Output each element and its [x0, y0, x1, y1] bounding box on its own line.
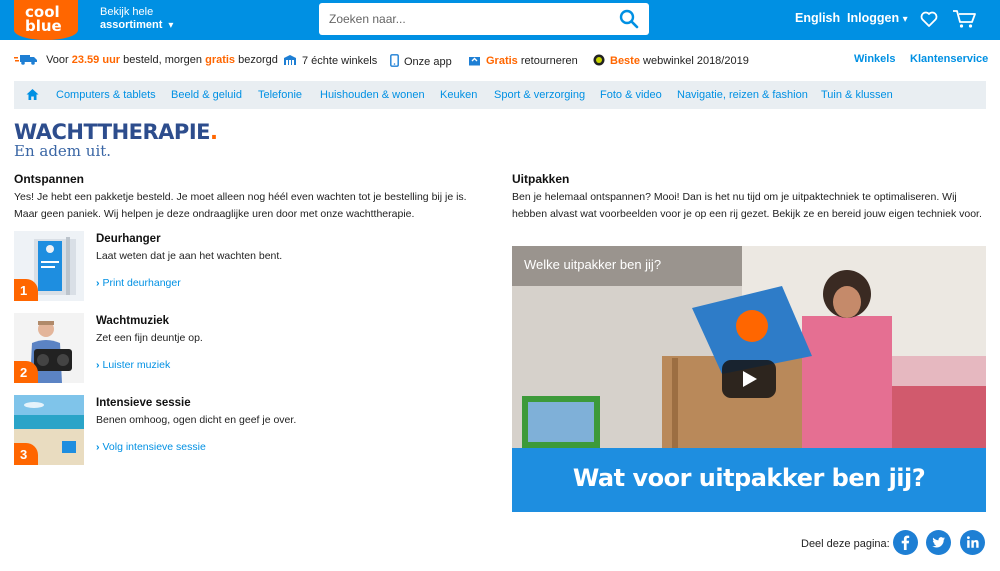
- usp-bar: Voor 23.59 uur besteld, morgen gratis be…: [0, 40, 1000, 80]
- usp-delivery-post: bezorgd: [238, 54, 278, 66]
- assortment-menu-button[interactable]: Bekijk hele assortiment ▾: [100, 6, 173, 32]
- facebook-share-button[interactable]: [893, 530, 918, 555]
- step-badge: 2: [14, 361, 38, 383]
- store-icon: [284, 55, 296, 65]
- luister-muziek-label: Luister muziek: [102, 359, 171, 371]
- item-desc-intensieve-sessie: Benen omhoog, ogen dicht en geef je over…: [96, 414, 297, 426]
- usp-delivery-time: 23.59 uur: [71, 54, 121, 66]
- usp-app-label: Onze app: [404, 56, 452, 68]
- home-icon[interactable]: [26, 88, 39, 101]
- section-heading-ontspannen: Ontspannen: [14, 172, 85, 186]
- play-button[interactable]: [722, 360, 776, 398]
- section-intro-uitpakken: Ben je helemaal ontspannen? Mooi! Dan is…: [512, 191, 982, 220]
- print-deurhanger-label: Print deurhanger: [102, 277, 181, 289]
- search-input[interactable]: [319, 3, 609, 35]
- customer-service-link[interactable]: Klantenservice: [910, 53, 988, 65]
- chevron-down-icon: ▾: [902, 14, 908, 25]
- stores-link[interactable]: Winkels: [854, 53, 895, 65]
- twitter-share-button[interactable]: [926, 530, 951, 555]
- volg-intensieve-sessie-label: Volg intensieve sessie: [102, 441, 206, 453]
- linkedin-icon: [967, 536, 979, 548]
- usp-best-highlight: Beste: [610, 55, 640, 67]
- usp-delivery: Voor 23.59 uur besteld, morgen gratis be…: [14, 54, 278, 66]
- top-bar: cool blue Bekijk hele assortiment ▾ Engl…: [0, 0, 1000, 40]
- login-button[interactable]: Inloggen ▾: [847, 11, 908, 25]
- usp-best[interactable]: Beste webwinkel 2018/2019: [593, 54, 749, 67]
- category-tuin-klussen[interactable]: Tuin & klussen: [821, 89, 893, 101]
- item-title-intensieve-sessie: Intensieve sessie: [96, 397, 191, 409]
- return-box-icon: [469, 57, 480, 66]
- category-foto-video[interactable]: Foto & video: [600, 89, 662, 101]
- category-huishouden-wonen[interactable]: Huishouden & wonen: [320, 89, 425, 101]
- section-heading-uitpakken: Uitpakken: [512, 172, 570, 186]
- usp-best-text: webwinkel 2018/2019: [643, 55, 749, 67]
- twitter-icon: [932, 537, 945, 548]
- heart-icon[interactable]: [920, 10, 938, 28]
- volg-intensieve-sessie-link[interactable]: › Volg intensieve sessie: [96, 441, 206, 453]
- linkedin-share-button[interactable]: [960, 530, 985, 555]
- chevron-down-icon: ▾: [168, 20, 174, 31]
- assortment-line-2: assortiment: [100, 19, 163, 31]
- category-telefonie[interactable]: Telefonie: [258, 89, 302, 101]
- delivery-truck-icon: [14, 55, 37, 65]
- usp-delivery-free: gratis: [205, 54, 236, 66]
- video-banner: Wat voor uitpakker ben jij?: [512, 448, 986, 512]
- step-badge: 3: [14, 443, 38, 465]
- category-nav: Computers & tablets Beeld & geluid Telef…: [14, 81, 986, 109]
- usp-returns-highlight: Gratis: [486, 55, 518, 67]
- share-label: Deel deze pagina:: [801, 538, 890, 550]
- item-desc-deurhanger: Laat weten dat je aan het wachten bent.: [96, 250, 283, 262]
- page-title-text: WACHTTHERAPIE: [14, 120, 210, 144]
- thumbnail-intensieve-sessie: 3: [14, 395, 84, 465]
- usp-returns[interactable]: Gratis retourneren: [468, 54, 578, 67]
- video-title: Welke uitpakker ben jij?: [524, 257, 662, 272]
- language-switch[interactable]: English: [795, 11, 840, 25]
- item-desc-wachtmuziek: Zet een fijn deuntje op.: [96, 332, 203, 344]
- chevron-right-icon: ›: [96, 441, 100, 453]
- category-sport-verzorging[interactable]: Sport & verzorging: [494, 89, 585, 101]
- step-badge: 1: [14, 279, 38, 301]
- usp-stores-label: 7 échte winkels: [302, 55, 378, 67]
- facebook-icon: [901, 535, 910, 550]
- usp-app[interactable]: Onze app: [390, 54, 452, 68]
- usp-returns-text: retourneren: [520, 55, 578, 67]
- usp-stores[interactable]: 7 échte winkels: [283, 54, 377, 67]
- item-title-wachtmuziek: Wachtmuziek: [96, 315, 170, 327]
- chevron-right-icon: ›: [96, 359, 100, 371]
- assortment-line-1: Bekijk hele: [100, 6, 154, 18]
- category-navigatie-reizen-fashion[interactable]: Navigatie, reizen & fashion: [677, 89, 808, 101]
- category-keuken[interactable]: Keuken: [440, 89, 477, 101]
- thumbnail-deurhanger: 1: [14, 231, 84, 301]
- page-subtitle: En adem uit.: [14, 142, 112, 160]
- video-player[interactable]: Welke uitpakker ben jij? Wat voor uitpak…: [512, 246, 986, 512]
- category-computers-tablets[interactable]: Computers & tablets: [56, 89, 156, 101]
- item-title-deurhanger: Deurhanger: [96, 233, 161, 245]
- logo-line-2: blue: [25, 17, 62, 35]
- cart-icon[interactable]: [952, 9, 978, 29]
- search-icon[interactable]: [619, 9, 639, 29]
- page-title-dot: .: [209, 120, 218, 144]
- phone-icon: [390, 54, 399, 67]
- category-beeld-geluid[interactable]: Beeld & geluid: [171, 89, 242, 101]
- usp-delivery-pre: Voor: [46, 54, 69, 66]
- usp-delivery-mid: besteld, morgen: [123, 54, 203, 66]
- award-icon: [593, 54, 605, 66]
- coolblue-logo[interactable]: cool blue: [14, 0, 78, 40]
- login-label: Inloggen: [847, 11, 900, 25]
- search-box: [319, 3, 649, 35]
- luister-muziek-link[interactable]: › Luister muziek: [96, 359, 170, 371]
- chevron-right-icon: ›: [96, 277, 100, 289]
- print-deurhanger-link[interactable]: › Print deurhanger: [96, 277, 181, 289]
- page-title: WACHTTHERAPIE.: [14, 120, 218, 144]
- section-intro-ontspannen: Yes! Je hebt een pakketje besteld. Je mo…: [14, 191, 467, 220]
- thumbnail-wachtmuziek: 2: [14, 313, 84, 383]
